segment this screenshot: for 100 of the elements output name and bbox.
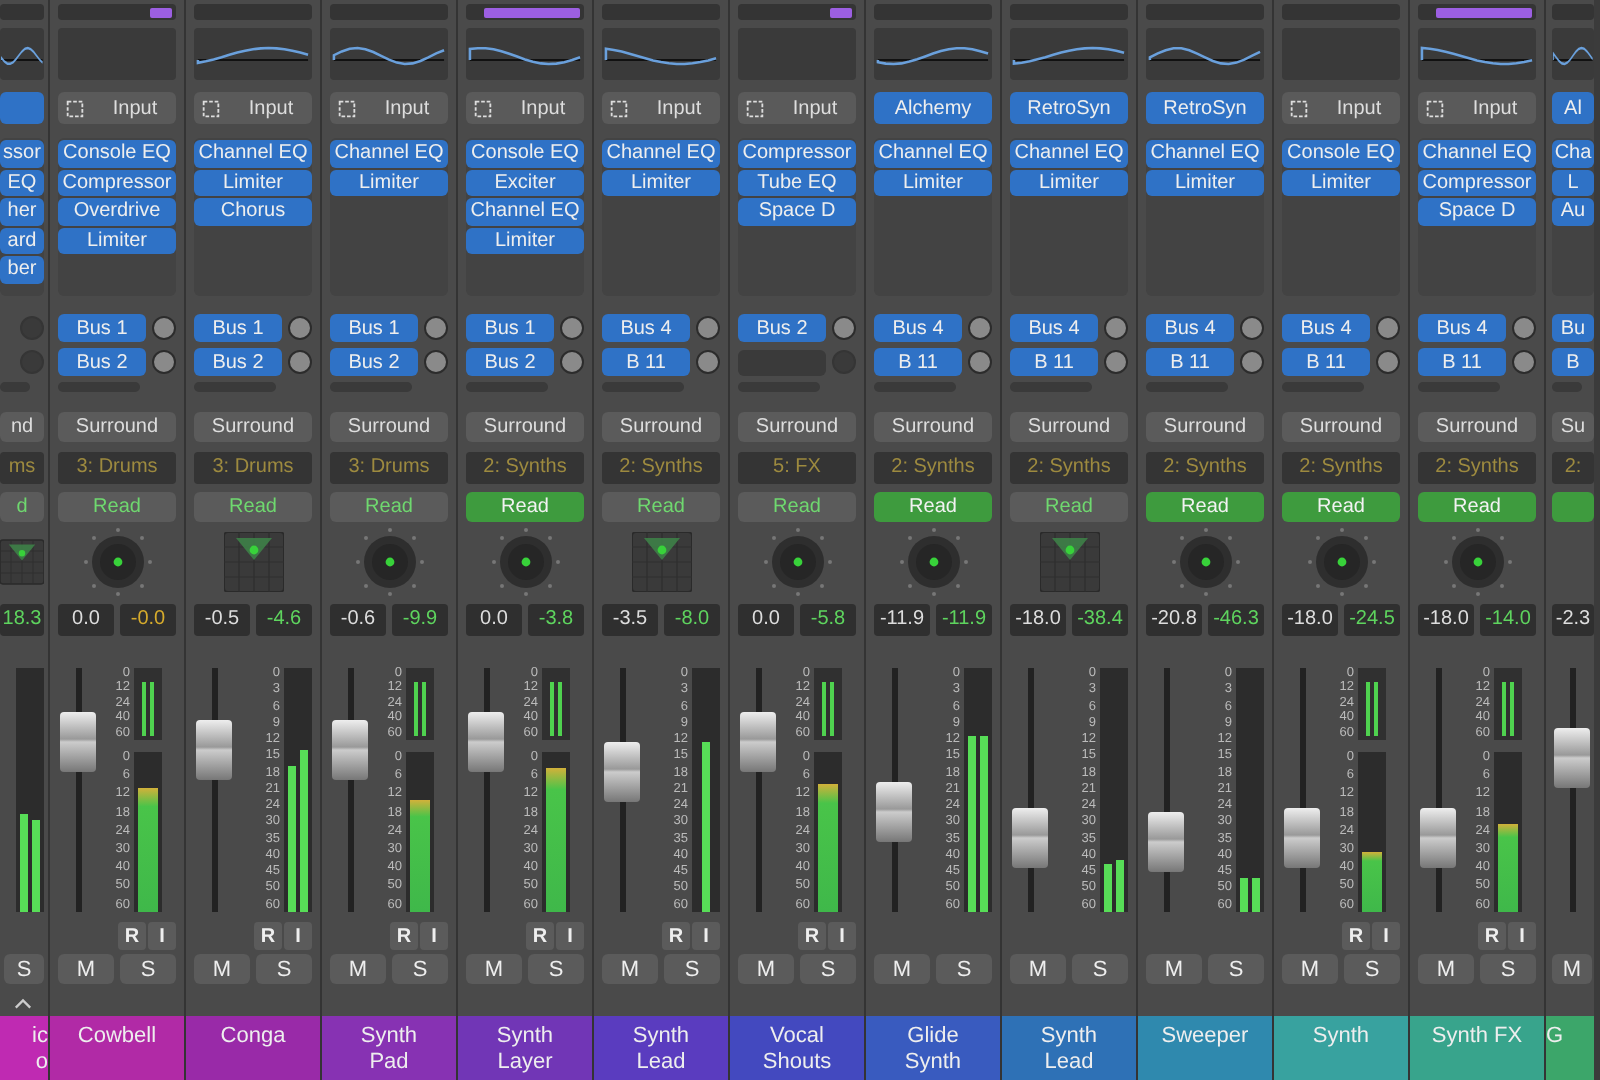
instrument-slot[interactable]: RetroSyn — [1010, 92, 1128, 124]
eq-thumbnail[interactable] — [602, 28, 720, 80]
record-button[interactable]: R — [1478, 922, 1506, 950]
send-knob[interactable] — [1376, 350, 1400, 374]
send-knob[interactable] — [1512, 350, 1536, 374]
record-button[interactable]: R — [390, 922, 418, 950]
record-button[interactable]: I — [284, 922, 312, 950]
automation-button[interactable]: d — [0, 492, 44, 522]
surround-panner[interactable] — [1039, 531, 1099, 591]
send-slot[interactable]: Bu — [1552, 314, 1594, 342]
output-slot[interactable]: Surround — [738, 412, 856, 442]
output-slot[interactable]: Surround — [602, 412, 720, 442]
send-slot[interactable]: B — [1552, 348, 1594, 376]
plugin-slot[interactable]: Tube EQ — [738, 169, 856, 196]
input-slot[interactable]: Input — [58, 92, 176, 124]
automation-button[interactable]: Read — [194, 492, 312, 522]
input-slot[interactable]: Input — [1418, 92, 1536, 124]
track-name[interactable]: Glide Synth — [866, 1016, 1000, 1080]
input-slot[interactable]: Input — [330, 92, 448, 124]
fader-handle[interactable] — [60, 712, 96, 773]
mute-button[interactable]: M — [330, 954, 386, 984]
send-slot[interactable]: Bus 2 — [194, 348, 282, 376]
group-slot[interactable]: 2: Synths — [602, 452, 720, 484]
plugin-slot[interactable]: Au — [1552, 198, 1594, 225]
send-slot[interactable]: B 11 — [1418, 348, 1506, 376]
automation-button[interactable]: Read — [1282, 492, 1400, 522]
record-button[interactable]: I — [1372, 922, 1400, 950]
plugin-slot[interactable]: Channel EQ — [602, 140, 720, 167]
instrument-slot[interactable]: RetroSyn — [1146, 92, 1264, 124]
plugin-slot[interactable]: Limiter — [874, 169, 992, 196]
plugin-slot[interactable]: Limiter — [1010, 169, 1128, 196]
track-name[interactable]: Vocal Shouts — [730, 1016, 864, 1080]
plugin-slot[interactable]: Channel EQ — [1146, 140, 1264, 167]
solo-button[interactable]: S — [120, 954, 176, 984]
send-knob[interactable] — [1240, 350, 1264, 374]
group-slot[interactable]: 2: Synths — [1418, 452, 1536, 484]
output-slot[interactable]: Surround — [874, 412, 992, 442]
plugin-slot[interactable]: Console EQ — [58, 140, 176, 167]
plugin-slot[interactable]: Console EQ — [1282, 140, 1400, 167]
instrument-slot[interactable]: Al — [1552, 92, 1594, 124]
send-knob[interactable] — [696, 316, 720, 340]
track-name[interactable]: Synth Lead — [594, 1016, 728, 1080]
mute-button[interactable]: M — [1552, 954, 1592, 984]
eq-thumbnail[interactable] — [194, 28, 312, 80]
send-knob[interactable] — [560, 350, 584, 374]
plugin-slot[interactable]: Limiter — [330, 169, 448, 196]
send-knob[interactable] — [152, 316, 176, 340]
solo-button[interactable]: S — [1208, 954, 1264, 984]
output-slot[interactable]: Surround — [1146, 412, 1264, 442]
input-slot[interactable]: Input — [194, 92, 312, 124]
record-button[interactable]: R — [526, 922, 554, 950]
send-knob[interactable] — [832, 316, 856, 340]
fader-handle[interactable] — [1284, 807, 1320, 868]
mute-button[interactable]: M — [1418, 954, 1474, 984]
send-slot[interactable]: Bus 2 — [738, 314, 826, 342]
plugin-slot[interactable]: Limiter — [194, 169, 312, 196]
plugin-slot[interactable]: ber — [0, 256, 44, 283]
plugin-slot[interactable]: Channel EQ — [1418, 140, 1536, 167]
group-slot[interactable]: 5: FX — [738, 452, 856, 484]
automation-button[interactable]: Read — [330, 492, 448, 522]
send-slot[interactable]: Bus 2 — [330, 348, 418, 376]
send-slot[interactable]: B 11 — [874, 348, 962, 376]
output-slot[interactable]: Surround — [466, 412, 584, 442]
track-name[interactable]: G — [1546, 1016, 1594, 1080]
plugin-slot[interactable]: L — [1552, 169, 1594, 196]
volume-value[interactable]: -18.0 — [1418, 604, 1474, 636]
fader-handle[interactable] — [876, 782, 912, 843]
track-name[interactable]: Synth Layer — [458, 1016, 592, 1080]
record-button[interactable]: R — [798, 922, 826, 950]
send-knob[interactable] — [1512, 316, 1536, 340]
plugin-slot[interactable]: Exciter — [466, 169, 584, 196]
output-slot[interactable]: Surround — [58, 412, 176, 442]
mute-button[interactable]: M — [466, 954, 522, 984]
send-knob[interactable] — [560, 316, 584, 340]
plugin-slot[interactable]: Space D — [1418, 198, 1536, 225]
plugin-slot[interactable]: Cha — [1552, 140, 1594, 167]
track-name[interactable]: Sweeper — [1138, 1016, 1272, 1080]
group-slot[interactable]: 3: Drums — [194, 452, 312, 484]
volume-value[interactable]: -0.5 — [194, 604, 250, 636]
mute-button[interactable]: M — [738, 954, 794, 984]
eq-thumbnail[interactable] — [0, 28, 44, 80]
group-slot[interactable]: 2: Synths — [466, 452, 584, 484]
chevron-up-icon[interactable] — [13, 998, 31, 1010]
eq-thumbnail[interactable] — [466, 28, 584, 80]
group-slot[interactable]: 3: Drums — [330, 452, 448, 484]
send-slot[interactable]: Bus 1 — [466, 314, 554, 342]
volume-value[interactable]: -0.6 — [330, 604, 386, 636]
track-name[interactable]: Cowbell — [50, 1016, 184, 1080]
input-slot[interactable]: Input — [602, 92, 720, 124]
plugin-slot[interactable]: Overdrive — [58, 198, 176, 225]
send-slot[interactable]: Bus 1 — [58, 314, 146, 342]
send-slot[interactable]: B 11 — [1282, 348, 1370, 376]
send-slot[interactable]: B 11 — [602, 348, 690, 376]
record-button[interactable]: R — [662, 922, 690, 950]
plugin-slot[interactable]: ssor — [0, 140, 44, 167]
surround-panner[interactable] — [631, 531, 691, 591]
send-slot[interactable]: B 11 — [1010, 348, 1098, 376]
plugin-slot[interactable]: Channel EQ — [874, 140, 992, 167]
track-name[interactable]: Synth FX — [1410, 1016, 1544, 1080]
volume-value[interactable]: 0.0 — [466, 604, 522, 636]
